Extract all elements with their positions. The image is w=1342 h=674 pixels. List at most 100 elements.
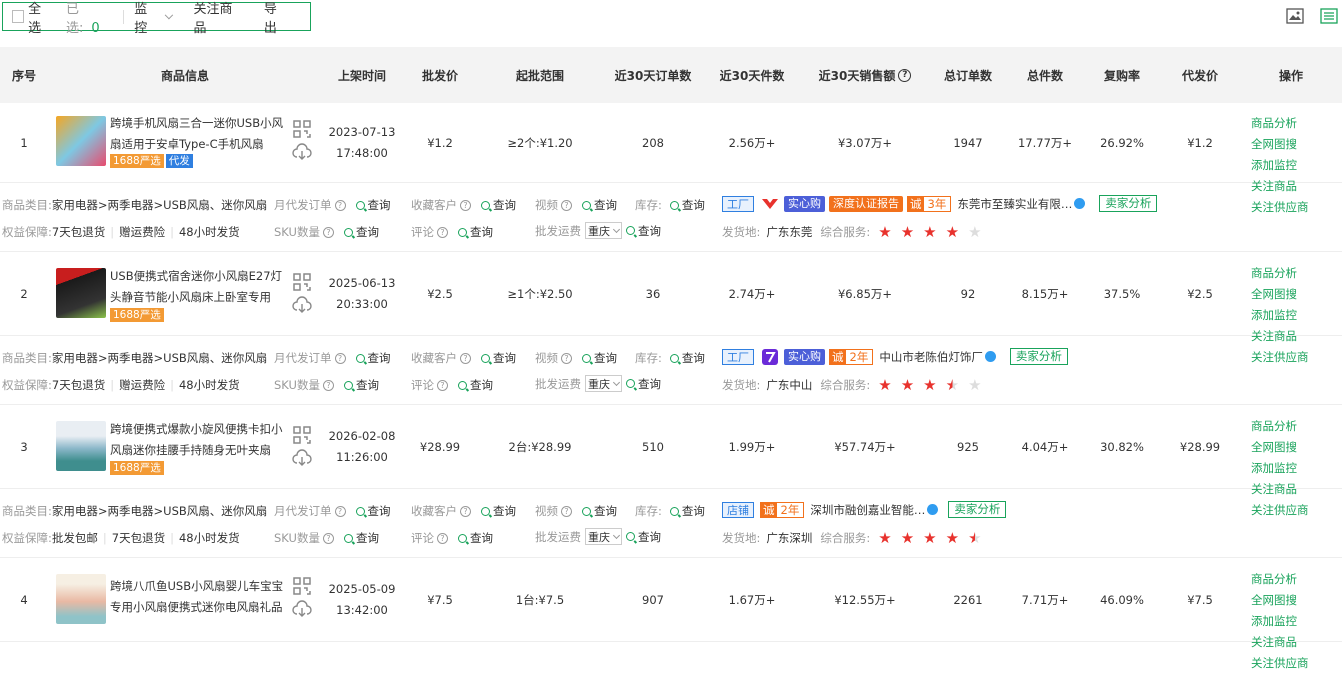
help-icon[interactable]: ? bbox=[334, 199, 346, 211]
seller-analysis-button[interactable]: 卖家分析 bbox=[948, 501, 1007, 518]
years-value: 2年 bbox=[849, 349, 869, 364]
help-icon[interactable]: ? bbox=[437, 532, 448, 544]
download-icon[interactable] bbox=[292, 600, 312, 618]
product-title[interactable]: 跨境手机风扇三合一迷你USB小风扇适用于安卓Type-C手机风扇 bbox=[110, 113, 290, 155]
query-label: 查询 bbox=[681, 351, 705, 365]
help-icon[interactable]: ? bbox=[322, 226, 334, 238]
follow-supplier-link[interactable]: 关注供应商 bbox=[1251, 653, 1309, 674]
query-button[interactable]: 查询 bbox=[458, 377, 493, 393]
download-icon[interactable] bbox=[292, 143, 312, 161]
guarantee-label: 权益保障: bbox=[2, 531, 52, 545]
company-name[interactable]: 东莞市至臻实业有限… bbox=[957, 196, 1072, 212]
image-search-link[interactable]: 全网图搜 bbox=[1251, 590, 1297, 611]
region-select[interactable]: 重庆 bbox=[585, 375, 622, 392]
product-analysis-link[interactable]: 商品分析 bbox=[1251, 569, 1297, 590]
add-monitor-link[interactable]: 添加监控 bbox=[1251, 305, 1297, 326]
help-icon[interactable]: ? bbox=[322, 532, 334, 544]
query-button[interactable]: 查询 bbox=[355, 197, 391, 213]
query-label: 查询 bbox=[594, 198, 617, 212]
query-button[interactable]: 查询 bbox=[481, 197, 516, 213]
region-value: 重庆 bbox=[588, 224, 610, 238]
product-analysis-link[interactable]: 商品分析 bbox=[1251, 416, 1297, 437]
help-icon[interactable]: ? bbox=[334, 352, 346, 364]
help-icon[interactable]: ? bbox=[437, 379, 448, 391]
query-button[interactable]: 查询 bbox=[343, 224, 379, 240]
query-button[interactable]: 查询 bbox=[626, 223, 661, 239]
product-title[interactable]: 跨境八爪鱼USB小风扇婴儿车宝宝专用小风扇便携式迷你电风扇礼品 bbox=[110, 576, 290, 618]
product-title[interactable]: 跨境便携式爆款小旋风便携卡扣小风扇迷你挂腰手持随身无叶夹扇 bbox=[110, 419, 290, 461]
company-name[interactable]: 深圳市融创嘉业智能… bbox=[810, 502, 925, 518]
star-icon: ★ bbox=[923, 376, 937, 394]
qr-code-icon[interactable] bbox=[293, 120, 311, 138]
image-view-icon[interactable] bbox=[1286, 8, 1304, 24]
help-icon[interactable]: ? bbox=[322, 379, 334, 391]
add-monitor-link[interactable]: 添加监控 bbox=[1251, 458, 1297, 479]
qr-code-icon[interactable] bbox=[293, 577, 311, 595]
list-view-icon[interactable] bbox=[1320, 8, 1338, 24]
query-button[interactable]: 查询 bbox=[582, 503, 617, 519]
sku-field: SKU数量? 查询 bbox=[274, 530, 379, 546]
product-thumbnail[interactable] bbox=[56, 421, 106, 471]
image-search-link[interactable]: 全网图搜 bbox=[1251, 437, 1297, 458]
query-button[interactable]: 查询 bbox=[669, 350, 705, 366]
query-button[interactable]: 查询 bbox=[458, 224, 493, 240]
query-button[interactable]: 查询 bbox=[669, 197, 705, 213]
add-monitor-link[interactable]: 添加监控 bbox=[1251, 155, 1297, 176]
query-button[interactable]: 查询 bbox=[481, 503, 516, 519]
help-icon[interactable]: ? bbox=[334, 505, 346, 517]
select-all-checkbox[interactable] bbox=[12, 10, 25, 23]
product-analysis-link[interactable]: 商品分析 bbox=[1251, 263, 1297, 284]
help-icon[interactable]: ? bbox=[460, 505, 471, 517]
qr-code-icon[interactable] bbox=[293, 426, 311, 444]
monitor-dropdown[interactable]: 监控 bbox=[134, 0, 173, 36]
help-icon[interactable]: ? bbox=[898, 68, 912, 82]
download-icon[interactable] bbox=[292, 296, 312, 314]
query-button[interactable]: 查询 bbox=[355, 503, 391, 519]
help-icon[interactable]: ? bbox=[437, 226, 448, 238]
add-monitor-link[interactable]: 添加监控 bbox=[1251, 611, 1297, 632]
query-button[interactable]: 查询 bbox=[458, 530, 493, 546]
product-analysis-link[interactable]: 商品分析 bbox=[1251, 113, 1297, 134]
product-thumbnail[interactable] bbox=[56, 268, 106, 318]
export-button[interactable]: 导出 bbox=[264, 0, 288, 36]
product-thumbnail[interactable] bbox=[56, 574, 106, 624]
query-button[interactable]: 查询 bbox=[582, 350, 617, 366]
help-icon[interactable]: ? bbox=[561, 199, 572, 211]
store-type-tag: 店铺 bbox=[722, 501, 754, 518]
follow-product-link[interactable]: 关注商品 bbox=[1251, 632, 1297, 653]
help-icon[interactable]: ? bbox=[561, 505, 572, 517]
query-button[interactable]: 查询 bbox=[481, 350, 516, 366]
image-search-link[interactable]: 全网图搜 bbox=[1251, 284, 1297, 305]
region-select[interactable]: 重庆 bbox=[585, 528, 622, 545]
search-icon bbox=[343, 533, 353, 543]
product-title[interactable]: USB便携式宿舍迷你小风扇E27灯头静音节能小风扇床上卧室专用 bbox=[110, 266, 290, 308]
query-button[interactable]: 查询 bbox=[343, 377, 379, 393]
query-label: 查询 bbox=[493, 351, 516, 365]
query-button[interactable]: 查询 bbox=[343, 530, 379, 546]
query-button[interactable]: 查询 bbox=[355, 350, 391, 366]
seller-analysis-button[interactable]: 卖家分析 bbox=[1009, 348, 1068, 365]
product-thumbnail[interactable] bbox=[56, 116, 106, 166]
help-icon[interactable]: ? bbox=[561, 352, 572, 364]
ship-from-label: 发货地: bbox=[722, 378, 761, 392]
help-icon[interactable]: ? bbox=[460, 352, 471, 364]
review-label: 评论 bbox=[411, 225, 434, 239]
seller-analysis-button[interactable]: 卖家分析 bbox=[1099, 195, 1158, 212]
download-icon[interactable] bbox=[292, 449, 312, 467]
select-all[interactable]: 全选 bbox=[12, 0, 52, 36]
region-select[interactable]: 重庆 bbox=[585, 222, 622, 239]
help-icon[interactable]: ? bbox=[460, 199, 471, 211]
query-button[interactable]: 查询 bbox=[626, 376, 661, 392]
search-icon bbox=[582, 506, 591, 516]
query-button[interactable]: 查询 bbox=[582, 197, 617, 213]
col-orders30: 近30天订单数 bbox=[614, 68, 692, 83]
company-name[interactable]: 中山市老陈伯灯饰厂 bbox=[879, 349, 983, 365]
qr-code-icon[interactable] bbox=[293, 273, 311, 291]
image-search-link[interactable]: 全网图搜 bbox=[1251, 134, 1297, 155]
follow-button[interactable]: 关注商品 bbox=[193, 0, 241, 36]
search-icon bbox=[458, 227, 467, 237]
query-button[interactable]: 查询 bbox=[669, 503, 705, 519]
freight-label: 批发运费 bbox=[535, 376, 581, 391]
query-button[interactable]: 查询 bbox=[626, 529, 661, 545]
row-details: 商品类目: 家用电器>两季电器>USB风扇、迷你风扇 月代发订单? 查询 收藏客户?… bbox=[0, 337, 1342, 405]
